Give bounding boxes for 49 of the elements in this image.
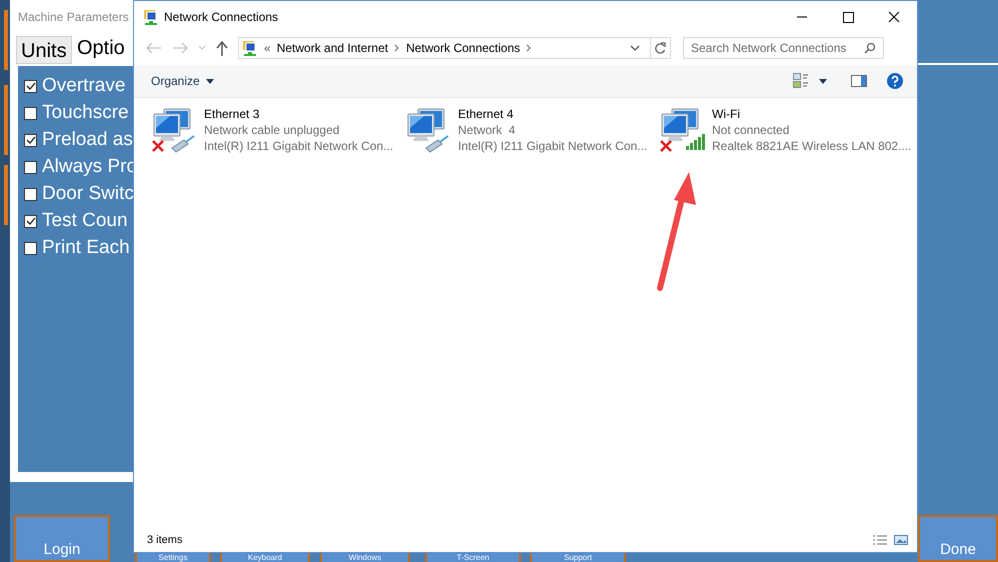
adapter-name: Intel(R) I211 Gigabit Network Con... xyxy=(458,138,648,154)
checkbox[interactable] xyxy=(24,188,37,200)
refresh-icon[interactable] xyxy=(655,42,666,54)
checkbox[interactable] xyxy=(24,214,37,228)
dropdown-arrow-icon[interactable] xyxy=(819,78,827,84)
search-field[interactable]: Search Network Connections xyxy=(683,37,884,59)
large-icons-view-icon[interactable] xyxy=(894,534,908,546)
organize-menu[interactable]: Organize xyxy=(151,72,214,90)
status-text: 3 items xyxy=(147,532,182,548)
folder-network-icon xyxy=(242,40,258,56)
disconnected-x-icon xyxy=(152,140,164,152)
breadcrumb-item[interactable]: Network Connections xyxy=(406,39,520,57)
caret-icon xyxy=(206,78,214,84)
checkbox[interactable] xyxy=(24,134,37,146)
help-icon[interactable] xyxy=(887,73,903,89)
window-title: Network Connections xyxy=(164,9,278,26)
adapter-name: Realtek 8821AE Wireless LAN 802.... xyxy=(712,138,912,154)
checkbox[interactable] xyxy=(24,106,37,120)
address-bar[interactable]: « Network and Internet Network Connections xyxy=(238,37,671,59)
option-label: Print Each xyxy=(42,236,130,260)
checkbox[interactable] xyxy=(24,80,37,92)
search-icon xyxy=(864,42,876,54)
connection-status: Network 4 xyxy=(458,122,516,138)
connection-name[interactable]: Wi-Fi xyxy=(712,106,912,122)
chevron-right-icon[interactable] xyxy=(526,44,532,52)
chevron-right-icon[interactable] xyxy=(394,44,400,52)
option-label: Overtrave xyxy=(42,74,126,98)
tab[interactable]: Units xyxy=(16,36,72,64)
breadcrumb-item[interactable]: « xyxy=(264,39,271,57)
option-label: Preload as xyxy=(42,128,133,152)
chevron-down-icon[interactable] xyxy=(630,45,640,51)
preview-pane-icon[interactable] xyxy=(851,75,867,87)
option-label: Test Coun xyxy=(42,209,128,233)
option-label: Touchscre xyxy=(42,101,129,125)
disconnected-x-icon xyxy=(660,140,672,152)
connection-status: Network cable unplugged xyxy=(204,122,340,138)
folder-network-icon xyxy=(143,9,159,25)
connection-name[interactable]: Ethernet 3 xyxy=(204,106,394,122)
connection-name[interactable]: Ethernet 4 xyxy=(458,106,648,122)
breadcrumb-item[interactable]: Network and Internet xyxy=(276,39,388,57)
details-view-icon[interactable] xyxy=(872,534,888,546)
connection-status: Not connected xyxy=(712,122,790,138)
adapter-name: Intel(R) I211 Gigabit Network Con... xyxy=(204,138,394,154)
checkbox[interactable] xyxy=(24,160,37,174)
option-label: Door Switc xyxy=(42,182,134,206)
view-options-icon[interactable] xyxy=(793,73,809,89)
up-arrow-icon[interactable] xyxy=(216,40,228,56)
dialog-title: Machine Parameters xyxy=(18,9,129,26)
checkbox[interactable] xyxy=(24,242,37,254)
